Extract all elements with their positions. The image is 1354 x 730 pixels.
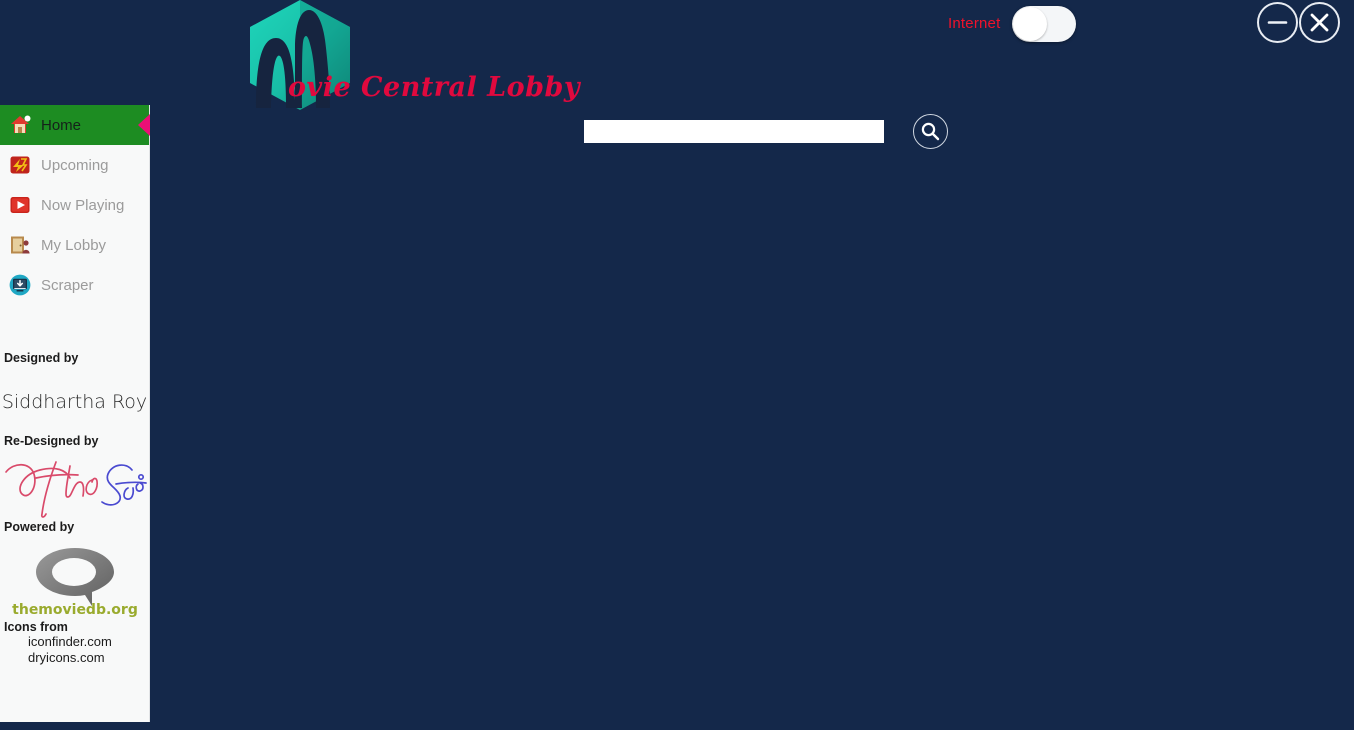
- close-button[interactable]: [1299, 2, 1340, 43]
- sidebar: Home Upcoming Now Playing My Lobby Scrap…: [0, 105, 150, 722]
- themoviedb-caption: themoviedb.org: [12, 602, 138, 618]
- sidebar-item-label: Now Playing: [41, 196, 125, 214]
- sidebar-item-label: My Lobby: [41, 236, 107, 254]
- app-logo: ovie Central Lobby: [232, 0, 580, 112]
- internet-label: Internet: [948, 15, 1001, 32]
- active-item-pointer: [138, 114, 150, 136]
- designer-name: Siddhartha Roy: [1, 391, 148, 413]
- internet-toggle[interactable]: [1012, 6, 1076, 42]
- house-icon: [9, 114, 31, 136]
- icon-source-dryicons: dryicons.com: [28, 650, 105, 665]
- sidebar-item-now-playing[interactable]: Now Playing: [0, 185, 149, 225]
- play-button-icon: [9, 194, 31, 216]
- powered-by-label: Powered by: [4, 520, 75, 534]
- close-icon: [1310, 13, 1329, 32]
- designed-by-label: Designed by: [4, 351, 79, 365]
- minimize-button[interactable]: [1257, 2, 1298, 43]
- icon-source-iconfinder: iconfinder.com: [28, 634, 112, 649]
- icons-from-label: Icons from: [4, 620, 68, 634]
- redesigned-by-label: Re-Designed by: [4, 434, 99, 448]
- themoviedb-logo: themoviedb.org: [0, 534, 150, 620]
- sidebar-item-my-lobby[interactable]: My Lobby: [0, 225, 149, 265]
- signature-icon: [5, 461, 147, 518]
- toggle-knob[interactable]: [1013, 7, 1047, 41]
- clapperboard-icon: [9, 154, 31, 176]
- search-icon: [921, 122, 940, 141]
- sidebar-item-home[interactable]: Home: [0, 105, 150, 145]
- door-person-icon: [9, 234, 31, 256]
- sidebar-item-label: Upcoming: [41, 156, 109, 174]
- sidebar-item-label: Home: [41, 116, 82, 134]
- app-window: ovie Central Lobby Internet Home Upcomin…: [0, 0, 1354, 730]
- sidebar-item-scraper[interactable]: Scraper: [0, 265, 149, 305]
- search-input[interactable]: [584, 120, 884, 143]
- search-button[interactable]: [913, 114, 948, 149]
- app-title: ovie Central Lobby: [288, 72, 581, 103]
- designer-signature: [0, 448, 150, 520]
- minimize-icon: [1267, 21, 1288, 24]
- sidebar-item-upcoming[interactable]: Upcoming: [0, 145, 149, 185]
- sidebar-item-label: Scraper: [41, 276, 94, 294]
- monitor-download-icon: [9, 274, 31, 296]
